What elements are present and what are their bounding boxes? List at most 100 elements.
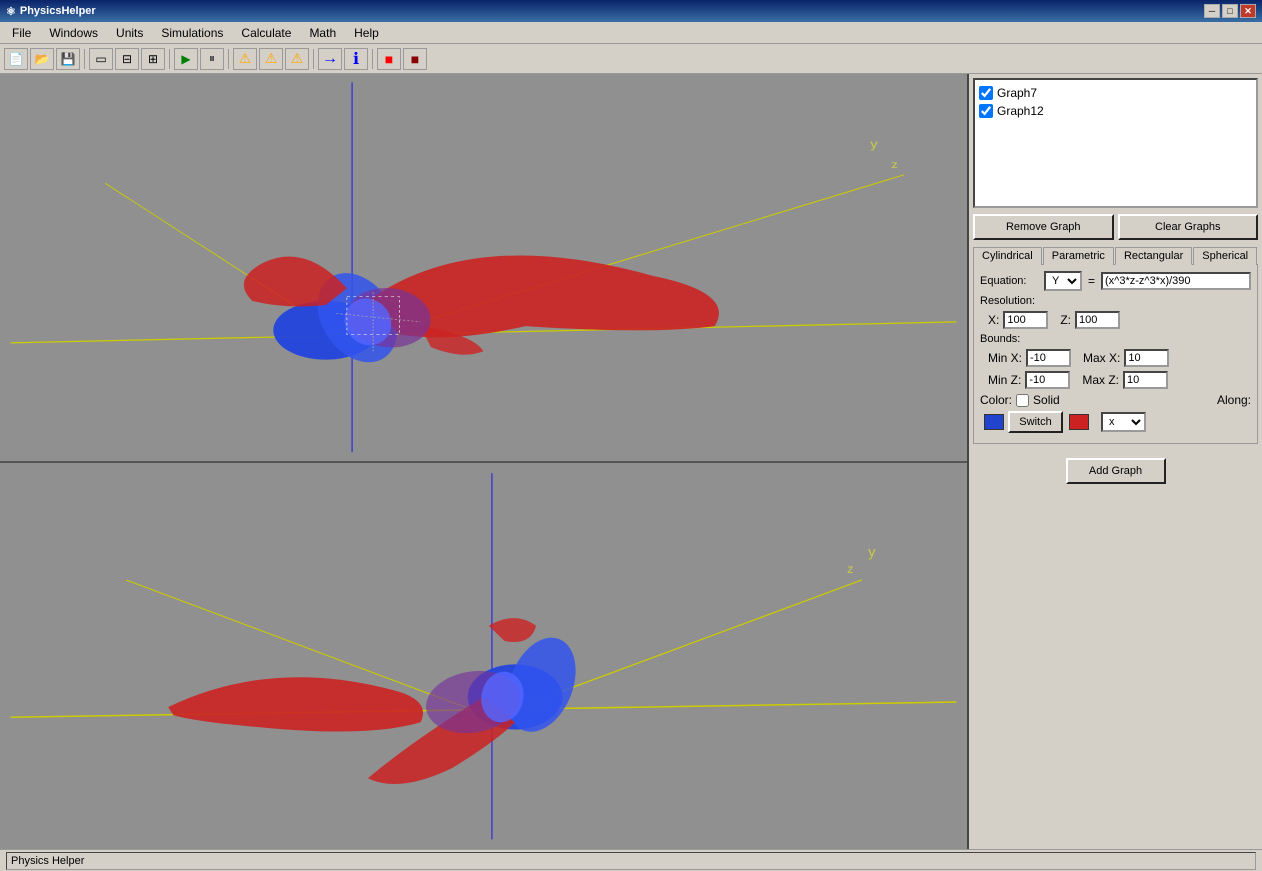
equation-row: Equation: YXZ = (980, 271, 1251, 291)
solid-checkbox[interactable] (1016, 394, 1029, 407)
status-label: Physics Helper (11, 855, 84, 867)
svg-text:y: y (870, 137, 878, 150)
graph7-checkbox[interactable] (979, 86, 993, 100)
graph7-label: Graph7 (997, 86, 1037, 100)
sep3 (228, 49, 229, 69)
status-bar: Physics Helper (0, 849, 1262, 871)
warn1-btn[interactable]: ⚠ (233, 48, 257, 70)
warn2-btn[interactable]: ⚠ (259, 48, 283, 70)
menu-math[interactable]: Math (301, 24, 344, 42)
max-x-label: Max X: (1083, 351, 1120, 365)
equation-var-select[interactable]: YXZ (1044, 271, 1082, 291)
tab-parametric[interactable]: Parametric (1043, 247, 1114, 265)
max-z-label: Max Z: (1082, 373, 1119, 387)
minimize-button[interactable]: ─ (1204, 4, 1220, 18)
title-bar-controls: ─ □ ✕ (1204, 4, 1256, 18)
pause-btn[interactable]: ⏸ (200, 48, 224, 70)
tab-content: Equation: YXZ = Resolution: X: Z: Bounds… (973, 265, 1258, 444)
menu-bar: File Windows Units Simulations Calculate… (0, 22, 1262, 44)
along-label: Along: (1217, 393, 1251, 407)
menu-calculate[interactable]: Calculate (233, 24, 299, 42)
clear-graphs-button[interactable]: Clear Graphs (1118, 214, 1259, 240)
menu-simulations[interactable]: Simulations (153, 24, 231, 42)
right-panel: Graph7 Graph12 Remove Graph Clear Graphs… (967, 74, 1262, 849)
status-text: Physics Helper (6, 852, 1256, 870)
title-bar: ⚛ PhysicsHelper ─ □ ✕ (0, 0, 1262, 22)
resolution-row: X: Z: (980, 311, 1251, 329)
graph-list-item-graph12[interactable]: Graph12 (979, 102, 1252, 120)
along-select[interactable]: xyz (1101, 412, 1146, 432)
add-graph-button[interactable]: Add Graph (1066, 458, 1166, 484)
sep4 (313, 49, 314, 69)
solid-label: Solid (1033, 393, 1060, 407)
min-x-input[interactable] (1026, 349, 1071, 367)
graph12-label: Graph12 (997, 104, 1044, 118)
new-btn[interactable]: 📄 (4, 48, 28, 70)
resolution-label-row: Resolution: (980, 295, 1251, 307)
equation-label: Equation: (980, 275, 1040, 287)
menu-file[interactable]: File (4, 24, 39, 42)
graph12-checkbox[interactable] (979, 104, 993, 118)
color-swatch-row: Switch xyz (980, 411, 1251, 433)
bounds-label: Bounds: (980, 333, 1040, 345)
stop2-btn[interactable]: ■ (403, 48, 427, 70)
viewport-area: PhysicsHelper y z (0, 74, 967, 849)
res-x-input[interactable] (1003, 311, 1048, 329)
add-graph-container: Add Graph (973, 450, 1258, 492)
resolution-label: Resolution: (980, 295, 1040, 307)
menu-units[interactable]: Units (108, 24, 151, 42)
sep5 (372, 49, 373, 69)
tab-spherical[interactable]: Spherical (1193, 247, 1257, 265)
bounds-label-row: Bounds: (980, 333, 1251, 345)
res-z-label: Z: (1060, 313, 1071, 327)
graph-svg-bottom: y z (0, 463, 967, 850)
stop1-btn[interactable]: ■ (377, 48, 401, 70)
app-title: PhysicsHelper (20, 5, 96, 17)
info-btn[interactable]: ℹ (344, 48, 368, 70)
toolbar: 📄 📂 💾 ▭ ⊟ ⊞ ▶ ⏸ ⚠ ⚠ ⚠ → ℹ ■ ■ (0, 44, 1262, 74)
split-v-btn[interactable]: ⊞ (141, 48, 165, 70)
viewport-bottom[interactable]: y z (0, 463, 967, 850)
graph-action-buttons: Remove Graph Clear Graphs (973, 214, 1258, 240)
app-icon: ⚛ (6, 5, 16, 18)
maximize-button[interactable]: □ (1222, 4, 1238, 18)
bounds-x-row: Min X: Max X: (980, 349, 1251, 367)
min-z-input[interactable] (1025, 371, 1070, 389)
min-z-label: Min Z: (988, 373, 1021, 387)
color-swatch-2 (1069, 414, 1089, 430)
color-swatch-1 (984, 414, 1004, 430)
open-btn[interactable]: 📂 (30, 48, 54, 70)
warn3-btn[interactable]: ⚠ (285, 48, 309, 70)
main-layout: PhysicsHelper y z (0, 74, 1262, 849)
min-x-label: Min X: (988, 351, 1022, 365)
graph-list[interactable]: Graph7 Graph12 (973, 78, 1258, 208)
tab-rectangular[interactable]: Rectangular (1115, 247, 1192, 265)
close-button[interactable]: ✕ (1240, 4, 1256, 18)
equation-input[interactable] (1101, 272, 1251, 290)
arrow-btn[interactable]: → (318, 48, 342, 70)
color-row: Color: Solid Along: (980, 393, 1251, 407)
save-btn[interactable]: 💾 (56, 48, 80, 70)
svg-text:z: z (847, 562, 853, 576)
color-label: Color: (980, 393, 1012, 407)
menu-help[interactable]: Help (346, 24, 387, 42)
tabs-row: Cylindrical Parametric Rectangular Spher… (973, 246, 1258, 265)
split-h-btn[interactable]: ⊟ (115, 48, 139, 70)
tab-cylindrical[interactable]: Cylindrical (973, 247, 1042, 265)
single-view-btn[interactable]: ▭ (89, 48, 113, 70)
bounds-z-row: Min Z: Max Z: (980, 371, 1251, 389)
viewport-top[interactable]: PhysicsHelper y z (0, 74, 967, 463)
max-z-input[interactable] (1123, 371, 1168, 389)
res-z-input[interactable] (1075, 311, 1120, 329)
equation-equals: = (1088, 274, 1095, 288)
graph-list-item-graph7[interactable]: Graph7 (979, 84, 1252, 102)
switch-button[interactable]: Switch (1008, 411, 1063, 433)
graph-svg-top: y z (0, 74, 967, 461)
play-btn[interactable]: ▶ (174, 48, 198, 70)
menu-windows[interactable]: Windows (41, 24, 106, 42)
sep1 (84, 49, 85, 69)
title-bar-left: ⚛ PhysicsHelper (6, 5, 96, 18)
max-x-input[interactable] (1124, 349, 1169, 367)
svg-text:z: z (891, 160, 898, 171)
remove-graph-button[interactable]: Remove Graph (973, 214, 1114, 240)
